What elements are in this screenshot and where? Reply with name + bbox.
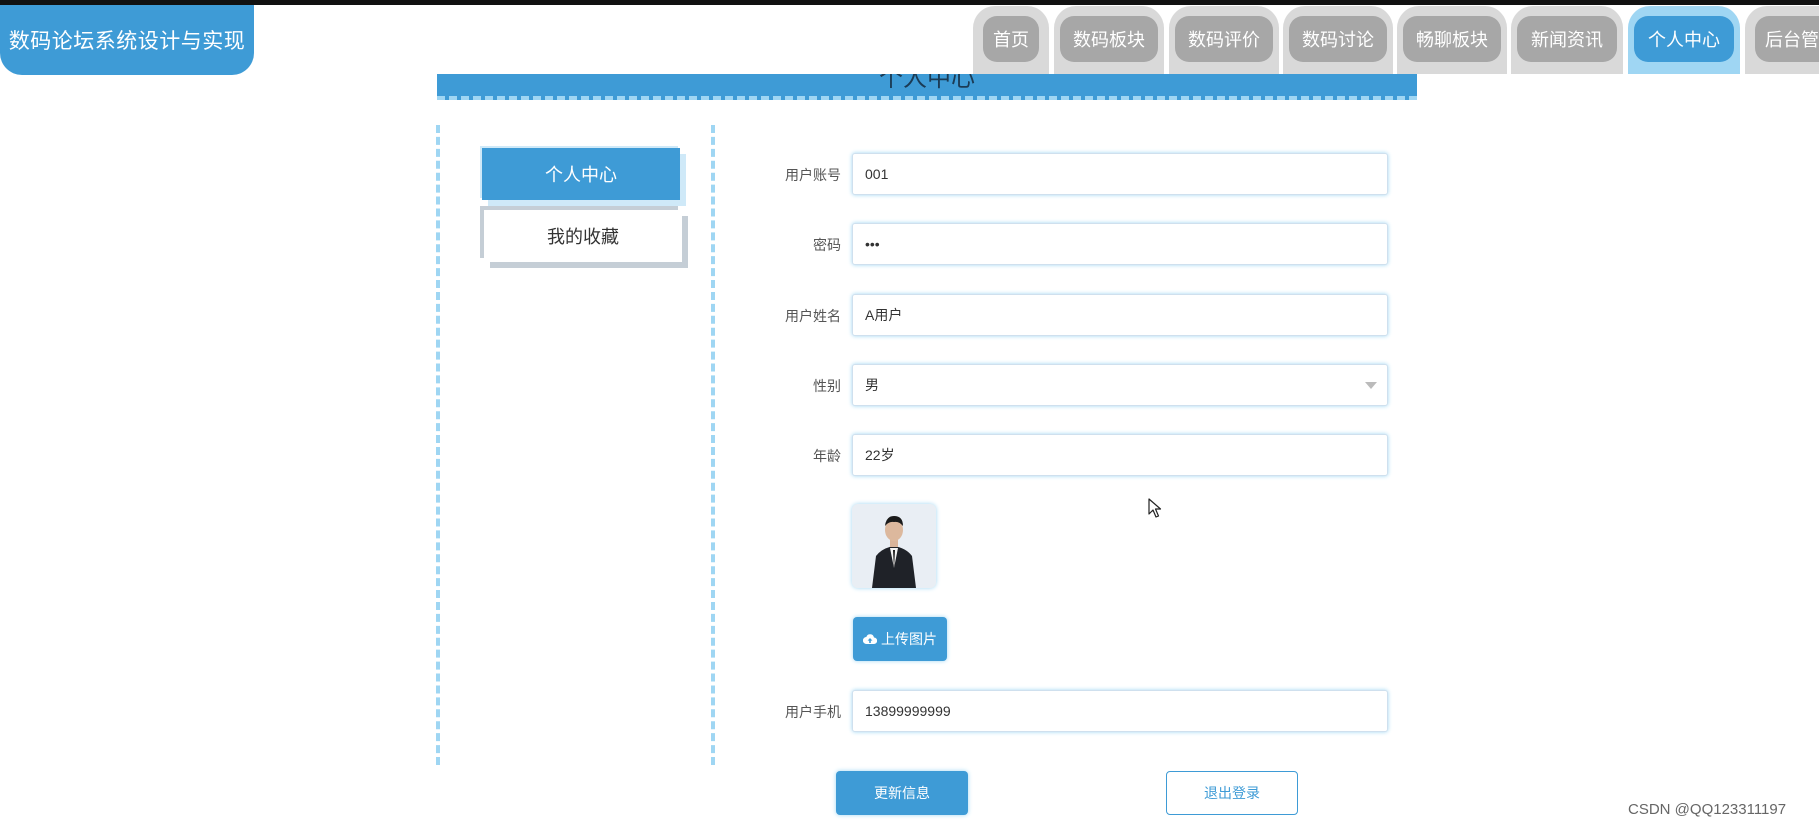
nav-item-admin[interactable]: 后台管	[1745, 6, 1819, 74]
account-field[interactable]: 001	[852, 153, 1388, 195]
nav-item-label: 数码讨论	[1289, 16, 1387, 62]
nav-item-label: 畅聊板块	[1403, 16, 1501, 62]
nav-item-digital-section[interactable]: 数码板块	[1054, 6, 1164, 74]
nav-item-label: 后台管	[1755, 16, 1819, 62]
person-photo-icon	[852, 504, 936, 588]
nav-item-label: 新闻资讯	[1517, 16, 1617, 62]
phone-field[interactable]: 13899999999	[852, 690, 1388, 732]
window-top-border	[0, 0, 1819, 5]
left-dashed-divider	[436, 125, 440, 765]
nav-item-home[interactable]: 首页	[973, 6, 1049, 74]
upload-image-button[interactable]: 上传图片	[853, 617, 947, 661]
update-info-button[interactable]: 更新信息	[836, 771, 968, 815]
nav-item-personal-center[interactable]: 个人中心	[1628, 6, 1740, 74]
name-label: 用户姓名	[785, 309, 841, 325]
watermark-text: CSDN @QQ123311197	[1628, 801, 1787, 818]
cloud-upload-icon	[863, 634, 877, 645]
nav-item-digital-review[interactable]: 数码评价	[1169, 6, 1279, 74]
nav-item-label: 首页	[983, 16, 1039, 62]
password-field[interactable]: •••	[852, 223, 1388, 265]
nav-item-label: 个人中心	[1634, 16, 1734, 62]
right-dashed-divider	[711, 125, 715, 765]
nav-item-label: 数码评价	[1175, 16, 1273, 62]
gender-label: 性别	[813, 379, 841, 395]
page-title: 个人中心	[879, 74, 975, 92]
sidebar-item-favorites[interactable]: 我的收藏	[484, 210, 682, 262]
gender-select[interactable]: 男	[852, 364, 1388, 406]
nav-item-digital-discussion[interactable]: 数码讨论	[1283, 6, 1393, 74]
phone-label: 用户手机	[785, 705, 841, 721]
mouse-pointer-icon	[1148, 498, 1162, 522]
avatar-image	[852, 504, 936, 588]
name-field[interactable]: A用户	[852, 294, 1388, 336]
chevron-down-icon	[1365, 382, 1377, 389]
logout-button[interactable]: 退出登录	[1166, 771, 1298, 815]
age-field[interactable]: 22岁	[852, 434, 1388, 476]
page-header-strip: 个人中心	[437, 74, 1417, 100]
upload-image-label: 上传图片	[881, 632, 937, 648]
account-label: 用户账号	[785, 168, 841, 184]
gender-value: 男	[865, 377, 879, 393]
nav-item-label: 数码板块	[1060, 16, 1158, 62]
site-title: 数码论坛系统设计与实现	[0, 5, 254, 75]
password-label: 密码	[813, 238, 841, 254]
nav-item-news[interactable]: 新闻资讯	[1511, 6, 1623, 74]
sidebar-item-personal-center[interactable]: 个人中心	[482, 148, 680, 200]
age-label: 年龄	[813, 449, 841, 465]
nav-item-chat-section[interactable]: 畅聊板块	[1397, 6, 1507, 74]
